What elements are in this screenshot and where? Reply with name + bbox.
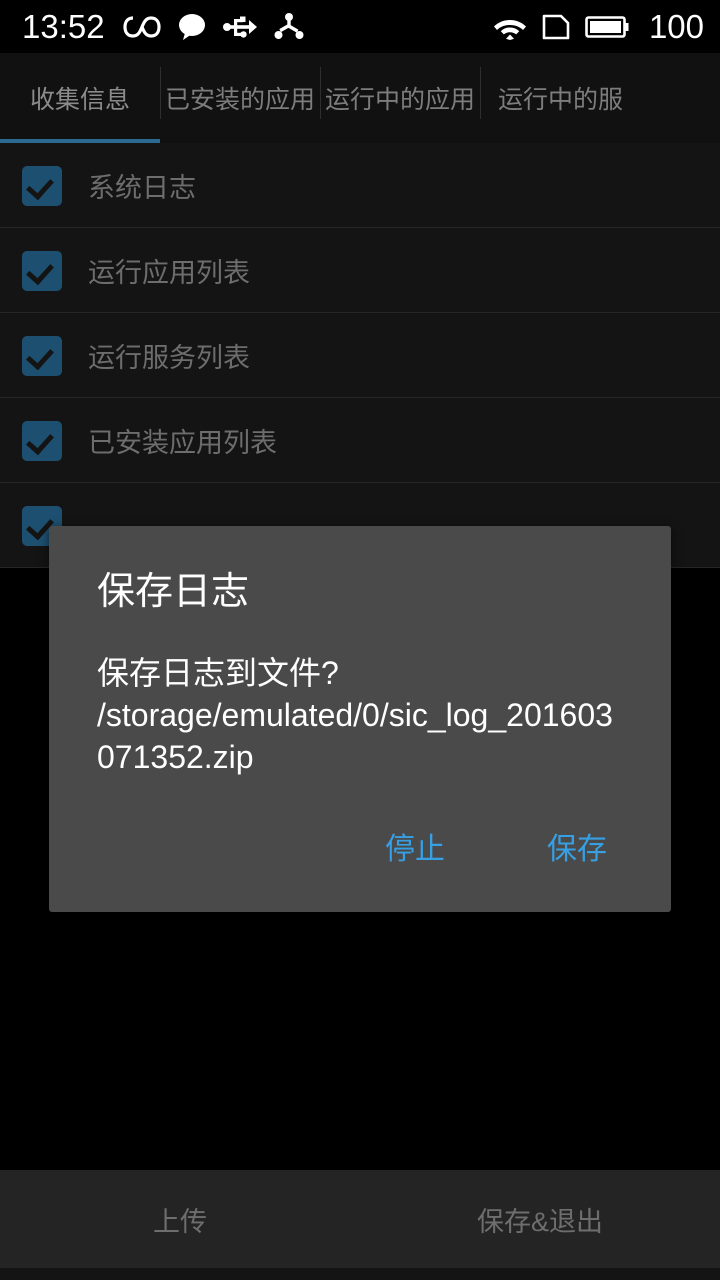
- battery-full-icon: [585, 14, 629, 40]
- dialog-title: 保存日志: [97, 571, 250, 613]
- status-bar: 13:52 100: [0, 0, 720, 53]
- upload-button[interactable]: 上传: [0, 1200, 360, 1239]
- save-and-exit-button[interactable]: 保存&退出: [360, 1200, 720, 1239]
- dialog-save-button[interactable]: 保存: [517, 810, 637, 882]
- message-bubble-icon: [177, 13, 207, 41]
- sdcard-icon: [541, 12, 571, 42]
- nfc-share-icon: [273, 12, 305, 41]
- dialog-scrim: 保存日志 保存日志到文件? /storage/emulated/0/sic_lo…: [0, 53, 720, 1280]
- usb-icon: [222, 14, 257, 40]
- save-log-dialog: 保存日志 保存日志到文件? /storage/emulated/0/sic_lo…: [49, 526, 671, 912]
- dialog-message: 保存日志到文件? /storage/emulated/0/sic_log_201…: [97, 655, 613, 775]
- wifi-icon: [493, 14, 527, 40]
- status-bar-system-icons: 100: [493, 10, 704, 43]
- bottom-action-bar: 上传 保存&退出: [0, 1170, 720, 1268]
- dialog-actions: 停止 保存: [49, 778, 671, 912]
- dialog-stop-button[interactable]: 停止: [355, 810, 475, 882]
- battery-percent-label: 100: [648, 8, 704, 45]
- infinity-icon: [122, 14, 161, 40]
- bottom-strip: [0, 1268, 720, 1280]
- status-bar-notification-icons: [122, 12, 305, 41]
- status-bar-clock: 13:52: [22, 8, 105, 45]
